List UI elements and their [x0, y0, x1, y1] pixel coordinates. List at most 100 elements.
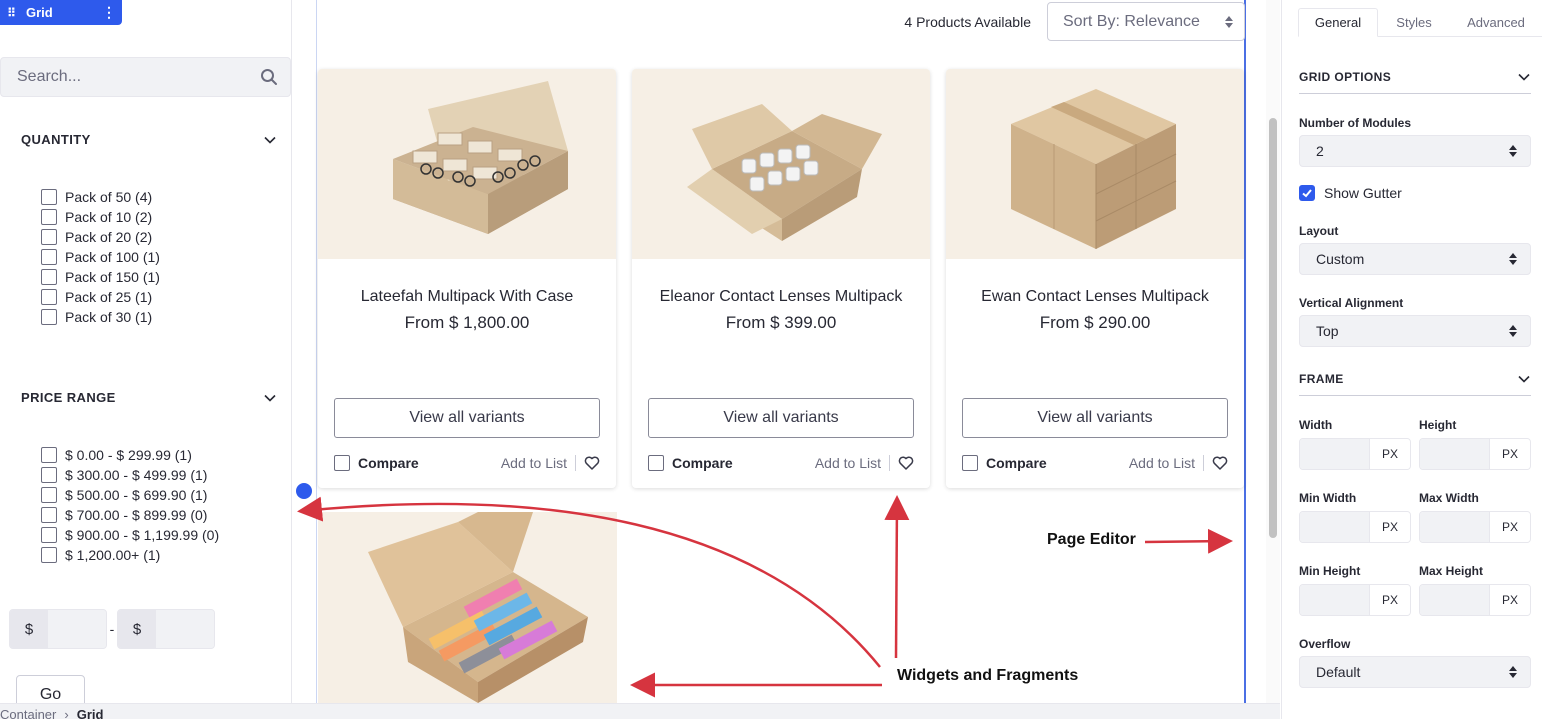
- breadcrumb-item-container[interactable]: Container: [0, 704, 56, 719]
- frame-section[interactable]: FRAME: [1299, 363, 1531, 396]
- add-to-list-link[interactable]: Add to List: [1129, 455, 1204, 471]
- min-width-field[interactable]: PX: [1299, 511, 1411, 543]
- checkbox[interactable]: [41, 289, 57, 305]
- grid-options-section[interactable]: GRID OPTIONS: [1299, 61, 1531, 94]
- filter-option[interactable]: $ 1,200.00+ (1): [41, 545, 219, 565]
- unit-label[interactable]: PX: [1489, 512, 1530, 542]
- min-width-input[interactable]: [1300, 512, 1369, 542]
- chevron-down-icon[interactable]: [263, 133, 277, 147]
- min-height-input[interactable]: [1300, 585, 1369, 615]
- checkbox[interactable]: [41, 547, 57, 563]
- unit-label[interactable]: PX: [1369, 585, 1410, 615]
- min-price-input[interactable]: [48, 610, 106, 648]
- product-name[interactable]: Ewan Contact Lenses Multipack: [946, 288, 1244, 306]
- overflow-select[interactable]: Default: [1299, 656, 1531, 688]
- breadcrumb-item-grid[interactable]: Grid: [77, 704, 104, 719]
- checkbox[interactable]: [41, 269, 57, 285]
- product-image[interactable]: [318, 512, 617, 703]
- filter-option[interactable]: $ 500.00 - $ 699.90 (1): [41, 485, 219, 505]
- view-all-variants-button[interactable]: View all variants: [962, 398, 1228, 438]
- filter-option[interactable]: Pack of 50 (4): [41, 187, 160, 207]
- checkbox[interactable]: [334, 455, 350, 471]
- product-name[interactable]: Lateefah Multipack With Case: [318, 288, 616, 306]
- checkbox[interactable]: [41, 507, 57, 523]
- checkbox[interactable]: [41, 467, 57, 483]
- max-width-field[interactable]: PX: [1419, 511, 1531, 543]
- product-card[interactable]: Eleanor Contact Lenses Multipack From $ …: [632, 69, 930, 488]
- width-field[interactable]: PX: [1299, 438, 1411, 470]
- chevron-down-icon[interactable]: [1517, 70, 1531, 84]
- view-all-variants-button[interactable]: View all variants: [334, 398, 600, 438]
- price-filter-header[interactable]: PRICE RANGE: [21, 390, 277, 405]
- layout-select[interactable]: Custom: [1299, 243, 1531, 275]
- vertical-alignment-select[interactable]: Top: [1299, 315, 1531, 347]
- tab-general[interactable]: General: [1298, 8, 1378, 37]
- filter-option[interactable]: $ 300.00 - $ 499.99 (1): [41, 465, 219, 485]
- unit-label[interactable]: PX: [1369, 439, 1410, 469]
- modules-select[interactable]: 2: [1299, 135, 1531, 167]
- product-image[interactable]: [632, 69, 930, 259]
- max-height-input[interactable]: [1420, 585, 1489, 615]
- height-input[interactable]: [1420, 439, 1489, 469]
- max-price-input[interactable]: [156, 610, 214, 648]
- chevron-down-icon[interactable]: [263, 391, 277, 405]
- product-image[interactable]: [946, 69, 1244, 259]
- product-name[interactable]: Eleanor Contact Lenses Multipack: [632, 288, 930, 306]
- product-card[interactable]: Ewan Contact Lenses Multipack From $ 290…: [946, 69, 1244, 488]
- sort-select[interactable]: Sort By: Relevance: [1047, 2, 1245, 41]
- checkbox[interactable]: [41, 249, 57, 265]
- filter-option[interactable]: Pack of 25 (1): [41, 287, 160, 307]
- filter-option[interactable]: Pack of 30 (1): [41, 307, 160, 327]
- width-input[interactable]: [1300, 439, 1369, 469]
- height-field[interactable]: PX: [1419, 438, 1531, 470]
- checkbox[interactable]: [41, 487, 57, 503]
- max-height-field[interactable]: PX: [1419, 584, 1531, 616]
- filter-option[interactable]: Pack of 20 (2): [41, 227, 160, 247]
- quantity-filter-header[interactable]: QUANTITY: [21, 132, 277, 147]
- drag-handle-icon[interactable]: ⠿: [0, 6, 22, 20]
- filter-option[interactable]: Pack of 100 (1): [41, 247, 160, 267]
- grid-fragment-badge[interactable]: ⠿ Grid ⋮: [0, 0, 122, 25]
- tab-styles[interactable]: Styles: [1378, 8, 1450, 37]
- unit-label[interactable]: PX: [1369, 512, 1410, 542]
- filter-option[interactable]: $ 0.00 - $ 299.99 (1): [41, 445, 219, 465]
- view-all-variants-button[interactable]: View all variants: [648, 398, 914, 438]
- canvas-scrollbar[interactable]: [1266, 0, 1280, 703]
- checkbox[interactable]: [41, 229, 57, 245]
- chevron-down-icon[interactable]: [1517, 372, 1531, 386]
- checkbox-checked[interactable]: [1299, 185, 1315, 201]
- scrollbar-thumb[interactable]: [1269, 118, 1277, 538]
- add-to-list-link[interactable]: Add to List: [815, 455, 890, 471]
- show-gutter-toggle[interactable]: Show Gutter: [1299, 185, 1402, 201]
- heart-icon[interactable]: [1212, 455, 1228, 471]
- unit-label[interactable]: PX: [1489, 439, 1530, 469]
- search-icon[interactable]: [260, 68, 278, 86]
- compare-toggle[interactable]: Compare: [334, 455, 501, 471]
- compare-toggle[interactable]: Compare: [962, 455, 1129, 471]
- compare-toggle[interactable]: Compare: [648, 455, 815, 471]
- search-input[interactable]: [17, 68, 260, 86]
- filter-option[interactable]: $ 900.00 - $ 1,199.99 (0): [41, 525, 219, 545]
- max-price-field[interactable]: $: [117, 609, 215, 649]
- tab-advanced[interactable]: Advanced: [1450, 8, 1542, 37]
- checkbox[interactable]: [648, 455, 664, 471]
- min-price-field[interactable]: $: [9, 609, 107, 649]
- heart-icon[interactable]: [898, 455, 914, 471]
- add-to-list-link[interactable]: Add to List: [501, 455, 576, 471]
- unit-label[interactable]: PX: [1489, 585, 1530, 615]
- product-card[interactable]: Lateefah Multipack With Case From $ 1,80…: [318, 69, 616, 488]
- checkbox[interactable]: [41, 527, 57, 543]
- checkbox[interactable]: [41, 309, 57, 325]
- checkbox[interactable]: [41, 447, 57, 463]
- heart-icon[interactable]: [584, 455, 600, 471]
- kebab-menu-icon[interactable]: ⋮: [96, 4, 122, 21]
- checkbox[interactable]: [41, 209, 57, 225]
- filter-option[interactable]: $ 700.00 - $ 899.99 (0): [41, 505, 219, 525]
- filter-option[interactable]: Pack of 10 (2): [41, 207, 160, 227]
- filter-option[interactable]: Pack of 150 (1): [41, 267, 160, 287]
- product-image[interactable]: [318, 69, 616, 259]
- max-width-input[interactable]: [1420, 512, 1489, 542]
- min-height-field[interactable]: PX: [1299, 584, 1411, 616]
- checkbox[interactable]: [962, 455, 978, 471]
- checkbox[interactable]: [41, 189, 57, 205]
